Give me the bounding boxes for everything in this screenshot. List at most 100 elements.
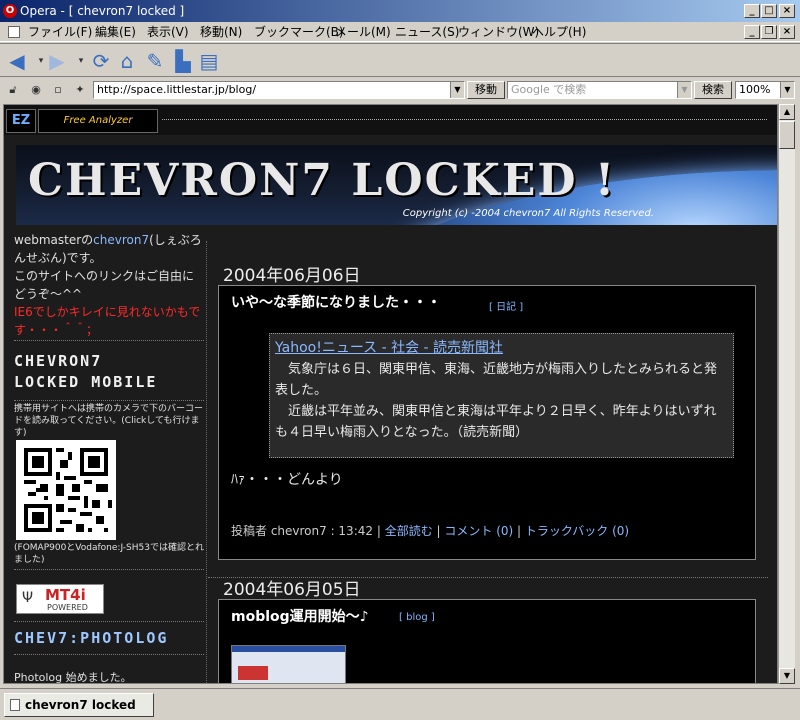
scroll-thumb[interactable] [779,121,795,149]
mt4i-label: MT4i [45,586,86,604]
post-meta: 投稿者 chevron7 : 13:42 | [231,524,385,538]
back-icon[interactable]: ◀ [4,48,30,74]
wand-icon[interactable]: ✦ [73,83,87,97]
ie-warning-text: IE6でしかキレイに見れないかもです・・・＾＾； [14,305,201,337]
minimize-button[interactable]: _ [744,4,760,18]
thumbnail-titlebar [232,646,345,652]
forward-icon[interactable]: ▶ [44,48,70,74]
new-page-icon[interactable]: ▤ [196,48,222,74]
address-input[interactable]: http://space.littlestar.jp/blog/ ▼ [93,81,465,99]
free-analyzer-badge[interactable]: Free Analyzer [38,109,158,133]
mt4i-powered: POWERED [47,603,88,612]
sidebar-divider [14,618,204,622]
menu-navigate[interactable]: 移動(N) [200,22,242,42]
category-label[interactable]: 日記 [496,302,516,313]
zoom-select[interactable]: 100% ▼ [735,81,795,99]
thumbnail-banner [238,666,268,680]
menu-window[interactable]: ウィンドウ(W) [458,22,539,42]
category-label[interactable]: blog [406,612,428,623]
banner-title: CHEVRON7 LOCKED ! [28,155,617,206]
comments-link[interactable]: コメント (0) [444,524,513,538]
mobile-heading-line2: LOCKED MOBILE [14,373,158,391]
reload-icon[interactable]: ⟳ [88,48,114,74]
mobile-compat-note: (FOMAP900とVodafone:J-SH53では確認とれました) [14,542,204,570]
site-topbar: EZ Free Analyzer [4,105,777,135]
chevron-down-icon[interactable]: ▼ [450,82,464,98]
post-date: 2004年06月05日 [223,580,361,600]
go-button[interactable]: 移動 [467,81,505,99]
zoom-value: 100% [739,83,771,96]
qr-code-image[interactable] [16,440,116,540]
hotlist-icon[interactable]: ✎ [142,48,168,74]
mdi-restore-button[interactable]: ❐ [761,25,777,39]
tab-title: chevron7 locked [25,698,136,712]
site-banner[interactable]: CHEVRON7 LOCKED ! Copyright (c) -2004 ch… [16,145,777,225]
mobile-section-header: CHEVRON7 LOCKED MOBILE [14,351,204,401]
scroll-up-icon[interactable]: ▲ [779,104,795,120]
menu-file[interactable]: ファイル(F) [28,22,92,42]
post-title[interactable]: いや～な季節になりました・・・ [231,292,441,312]
maximize-button[interactable]: □ [761,4,777,18]
address-url-text: http://space.littlestar.jp/blog/ [97,83,257,96]
chevron-down-icon[interactable]: ▼ [780,82,794,98]
post-date: 2004年06月06日 [223,266,361,286]
qr-code-graphic [16,440,116,540]
post-title[interactable]: moblog運用開始～♪ [231,606,369,626]
mobile-heading-line1: CHEVRON7 [14,352,103,370]
close-button[interactable]: × [779,4,795,18]
mt4i-badge[interactable]: Ψ MT4i POWERED [16,584,104,614]
quote-paragraph: 気象庁は６日、関東甲信、東海、近畿地方が梅雨入りしたとみられると発表した。 [275,362,718,398]
trackback-link[interactable]: トラックバック (0) [525,524,629,538]
scroll-down-icon[interactable]: ▼ [779,668,795,684]
sidebar-divider [14,651,204,655]
menu-view[interactable]: 表示(V) [147,22,189,42]
link-policy-text: このサイトへのリンクはご自由にどうぞ～^^ [14,269,195,301]
menu-mail[interactable]: メール(M) [335,22,391,42]
blog-post: moblog運用開始～♪ [ blog ] [218,599,756,683]
camera-icon[interactable]: ◉ [29,83,43,97]
news-quote: Yahoo!ニュース - 社会 - 読売新聞社 気象庁は６日、関東甲信、東海、近… [269,333,734,458]
post-category[interactable]: [ 日記 ] [489,298,523,313]
mdi-close-button[interactable]: × [779,25,795,39]
menu-bookmarks[interactable]: ブックマーク(B) [254,22,344,42]
post-footer: 投稿者 chevron7 : 13:42 | 全部読む | コメント (0) |… [231,524,630,538]
menu-help[interactable]: ヘルプ(H) [532,22,586,42]
read-all-link[interactable]: 全部読む [385,524,433,538]
window-title: Opera - [ chevron7 locked ] [20,4,185,18]
sidebar-intro: webmasterのchevron7(しぇぶろんせぶん)です。 このサイトへのリ… [14,231,204,341]
page-info-icon[interactable]: ▫ [51,83,65,97]
news-link[interactable]: Yahoo!ニュース - 社会 - 読売新聞社 [275,338,728,359]
navigation-toolbar: ◀ ▾ ▶ ▾ ⟳ ⌂ ✎ ▙ ▤ [0,43,800,77]
photolog-heading[interactable]: CHEV7:PHOTOLOG [14,628,168,649]
photolog-text: Photolog 始めました。 [14,671,132,684]
home-icon[interactable]: ⌂ [114,48,140,74]
page-viewport[interactable]: EZ Free Analyzer CHEVRON7 LOCKED ! Copyr… [3,104,778,684]
page-icon [10,699,20,711]
search-input[interactable]: Google で検索 ▼ [507,81,692,99]
post-screenshot-thumbnail[interactable] [231,645,346,683]
intro-text: webmasterの [14,233,94,247]
page-tab[interactable]: chevron7 locked [4,693,154,717]
banner-copyright: Copyright (c) -2004 chevron7 All Rights … [402,208,654,219]
main-content: 2004年06月06日 いや～な季節になりました・・・ [ 日記 ] Yahoo… [208,231,768,683]
print-icon[interactable]: ▙ [170,48,196,74]
sidebar: webmasterのchevron7(しぇぶろんせぶん)です。 このサイトへのリ… [14,231,204,684]
dotted-divider [162,119,767,120]
search-button[interactable]: 検索 [694,81,732,99]
blog-post: いや～な季節になりました・・・ [ 日記 ] Yahoo!ニュース - 社会 -… [218,285,756,560]
opera-app-icon: O [3,4,17,18]
security-icon[interactable]: 🔓︎ [6,83,20,97]
ez-logo[interactable]: EZ [6,109,36,133]
chevron-down-icon[interactable]: ▼ [677,82,691,98]
quote-paragraph: 近畿は平年並み、関東甲信と東海は平年より２日早く、昨年よりはいずれも４日早い梅雨… [275,404,717,440]
tab-bar: chevron7 locked [0,688,800,720]
menu-news[interactable]: ニュース(S) [395,22,459,42]
menu-edit[interactable]: 編集(E) [95,22,136,42]
vertical-scrollbar[interactable]: ▲ ▼ [778,104,795,684]
post-category[interactable]: [ blog ] [399,612,435,623]
author-link[interactable]: chevron7 [93,233,149,247]
menu-bar: ファイル(F) 編集(E) 表示(V) 移動(N) ブックマーク(B) メール(… [0,22,800,42]
address-toolbar: 🔓︎ ◉ ▫ ✦ http://space.littlestar.jp/blog… [0,78,800,102]
document-icon [8,26,20,38]
mdi-minimize-button[interactable]: _ [744,25,760,39]
